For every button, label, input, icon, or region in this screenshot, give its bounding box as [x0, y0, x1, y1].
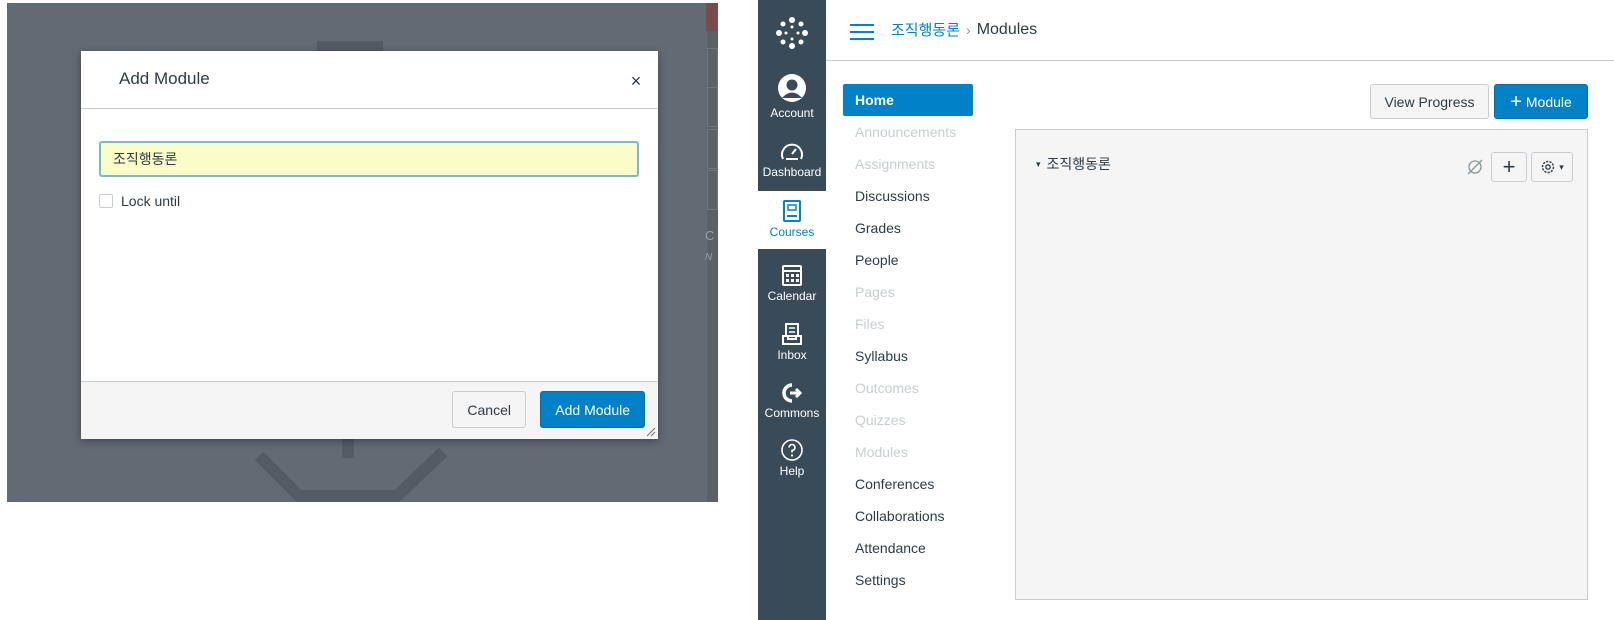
- course-nav-home[interactable]: Home: [843, 84, 973, 116]
- background-text: N: [705, 252, 713, 263]
- breadcrumb-separator: ›: [966, 21, 971, 38]
- unpublished-icon[interactable]: [1463, 155, 1487, 179]
- course-nav-quizzes[interactable]: Quizzes: [843, 404, 973, 436]
- breadcrumb-course-link[interactable]: 조직행동론: [891, 19, 960, 40]
- course-nav-modules[interactable]: Modules: [843, 436, 973, 468]
- gnav-label: Help: [779, 464, 805, 478]
- background-box: [707, 170, 718, 210]
- commons-icon: [782, 383, 803, 403]
- dashboard-icon: [781, 143, 803, 160]
- canvas-logo-icon[interactable]: [775, 16, 809, 50]
- lock-until-checkbox[interactable]: [99, 194, 113, 208]
- course-nav-attendance[interactable]: Attendance: [843, 532, 973, 564]
- chevron-down-icon: ▾: [1559, 161, 1564, 172]
- breadcrumb-current: Modules: [976, 20, 1038, 38]
- background-box: [707, 48, 718, 88]
- lock-until-row[interactable]: Lock until: [99, 193, 180, 209]
- hamburger-menu-icon[interactable]: [850, 24, 874, 40]
- account-icon: [778, 74, 806, 102]
- course-nav-grades[interactable]: Grades: [843, 212, 973, 244]
- calendar-icon: [782, 265, 802, 286]
- plus-icon: +: [1510, 90, 1522, 113]
- gnav-help[interactable]: Help: [758, 438, 826, 478]
- cancel-button[interactable]: Cancel: [452, 391, 526, 428]
- course-nav-syllabus[interactable]: Syllabus: [843, 340, 973, 372]
- course-nav-files[interactable]: Files: [843, 308, 973, 340]
- module-tools: + ▾: [1463, 152, 1573, 182]
- background-box: [707, 129, 718, 169]
- module-header[interactable]: ▾ 조직행동론: [1036, 154, 1111, 174]
- gnav-label: Inbox: [777, 348, 807, 362]
- dialog-footer: Cancel Add Module: [81, 381, 658, 439]
- gnav-courses[interactable]: Courses: [758, 191, 826, 249]
- background-box: [707, 87, 718, 127]
- lock-until-label: Lock until: [121, 193, 181, 209]
- global-nav: Account Dashboard Courses Calendar Inbox…: [758, 0, 826, 620]
- add-module-dialog: Add Module × Lock until Cancel Add Modul…: [81, 51, 658, 439]
- gnav-label: Courses: [769, 225, 815, 239]
- gnav-calendar[interactable]: Calendar: [758, 263, 826, 303]
- gnav-inbox[interactable]: Inbox: [758, 322, 826, 362]
- modules-list: ▾ 조직행동론 + ▾: [1015, 129, 1588, 600]
- add-item-button[interactable]: +: [1491, 152, 1527, 182]
- modules-page-screenshot: Account Dashboard Courses Calendar Inbox…: [758, 0, 1614, 620]
- gnav-label: Commons: [764, 406, 820, 420]
- course-nav-outcomes[interactable]: Outcomes: [843, 372, 973, 404]
- add-module-toolbar-button[interactable]: + Module: [1494, 84, 1588, 119]
- course-nav-assignments[interactable]: Assignments: [843, 148, 973, 180]
- module-settings-button[interactable]: ▾: [1531, 152, 1573, 182]
- help-icon: [781, 439, 803, 461]
- gnav-commons[interactable]: Commons: [758, 382, 826, 420]
- course-nav-announcements[interactable]: Announcements: [843, 116, 973, 148]
- view-progress-button[interactable]: View Progress: [1370, 84, 1489, 119]
- course-nav-conferences[interactable]: Conferences: [843, 468, 973, 500]
- close-icon[interactable]: ×: [626, 71, 646, 91]
- gnav-account[interactable]: Account: [758, 72, 826, 120]
- inbox-icon: [782, 323, 802, 345]
- add-module-screenshot: C N Add Module × Lock until Cancel Add M…: [7, 3, 718, 502]
- course-nav-collaborations[interactable]: Collaborations: [843, 500, 973, 532]
- module-name: 조직행동론: [1046, 157, 1111, 173]
- add-module-button[interactable]: Add Module: [540, 391, 645, 428]
- background-shape: [254, 448, 448, 502]
- gnav-label: Calendar: [767, 289, 817, 303]
- background-tab: [706, 3, 718, 31]
- course-nav-discussions[interactable]: Discussions: [843, 180, 973, 212]
- resize-grip-icon[interactable]: [644, 425, 656, 437]
- module-name-input[interactable]: [99, 141, 639, 177]
- course-nav: Home Announcements Assignments Discussio…: [843, 84, 973, 596]
- courses-icon: [783, 200, 801, 222]
- dialog-body: Lock until: [81, 109, 658, 381]
- add-module-label: Module: [1525, 93, 1572, 110]
- course-nav-settings[interactable]: Settings: [843, 564, 973, 596]
- dialog-title: Add Module: [119, 69, 210, 88]
- background-text: C: [705, 228, 715, 243]
- dialog-header: Add Module ×: [81, 51, 658, 109]
- gnav-label: Dashboard: [762, 165, 822, 179]
- top-bar: 조직행동론 › Modules: [826, 0, 1614, 61]
- collapse-caret-icon[interactable]: ▾: [1036, 159, 1041, 170]
- breadcrumb: 조직행동론 › Modules: [891, 19, 1037, 40]
- gnav-dashboard[interactable]: Dashboard: [758, 141, 826, 179]
- course-nav-people[interactable]: People: [843, 244, 973, 276]
- course-nav-pages[interactable]: Pages: [843, 276, 973, 308]
- gear-icon: [1542, 160, 1555, 174]
- gnav-label: Account: [770, 106, 814, 120]
